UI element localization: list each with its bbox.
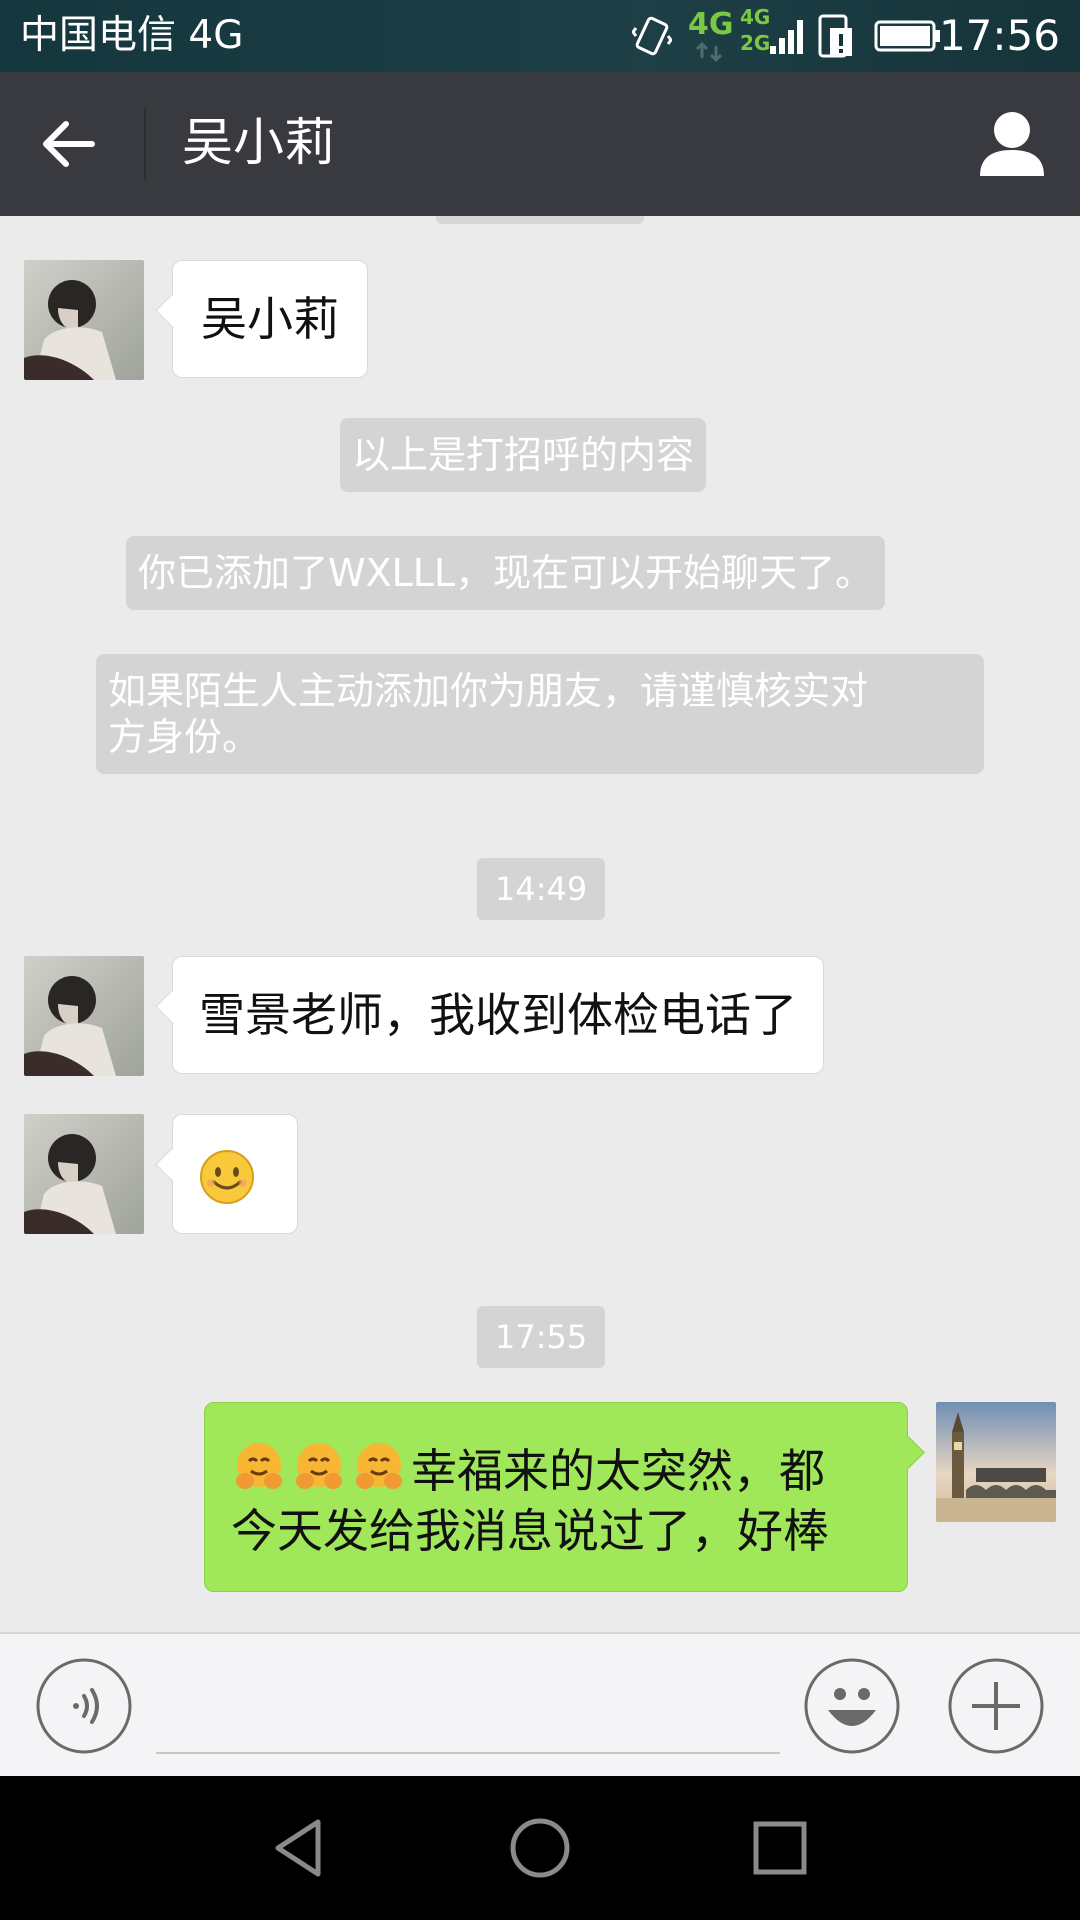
system-warning-line: 如果陌生人主动添加你为朋友，请谨慎核实对: [108, 669, 869, 713]
data-arrows-icon: [695, 42, 723, 62]
message-list[interactable]: 吴小莉 以上是打招呼的内容 你已添加了WXLLL，现在可以开始聊天了。 如果陌生…: [0, 216, 1080, 1632]
system-nav-bar: [0, 1776, 1080, 1920]
contact-emoji-bubble[interactable]: [172, 1114, 298, 1234]
person-icon[interactable]: [974, 106, 1050, 182]
message-input[interactable]: [156, 1670, 780, 1754]
clock: 17:56: [938, 11, 1060, 60]
voice-icon[interactable]: [36, 1658, 132, 1754]
system-message: 以上是打招呼的内容: [340, 418, 707, 492]
previous-message-edge: [436, 216, 644, 224]
title-divider: [144, 108, 146, 180]
vibrate-icon: [632, 16, 672, 56]
input-bar: [0, 1632, 1080, 1776]
battery-icon: [874, 20, 940, 52]
contact-message-bubble[interactable]: 吴小莉: [172, 260, 368, 378]
chat-title: 吴小莉: [182, 114, 336, 173]
system-message: 你已添加了WXLLL，现在可以开始聊天了。: [126, 536, 886, 610]
my-message-line: 今天发给我消息说过了，好棒: [231, 1504, 829, 1558]
contact-avatar[interactable]: [24, 956, 144, 1076]
hug-emoji-icon: [356, 1443, 402, 1489]
timestamp: 14:49: [477, 858, 606, 920]
hug-emoji-icon: [236, 1443, 282, 1489]
square-recents-icon[interactable]: [744, 1812, 816, 1884]
status-bar: 中国电信 4G 4G 4G 2G 17:56: [0, 0, 1080, 72]
my-message-bubble[interactable]: 幸福来的太突然，都 今天发给我消息说过了，好棒: [204, 1402, 908, 1592]
signal-icon: [770, 20, 803, 54]
system-warning-message: 如果陌生人主动添加你为朋友，请谨慎核实对 方身份。: [96, 654, 984, 774]
triangle-back-icon[interactable]: [264, 1812, 336, 1884]
my-message-line: 幸福来的太突然，都: [231, 1439, 881, 1501]
timestamp: 17:55: [477, 1306, 606, 1368]
my-message-text: 幸福来的太突然，都: [411, 1444, 825, 1498]
smiley-icon[interactable]: [804, 1658, 900, 1754]
contact-avatar[interactable]: [24, 1114, 144, 1234]
circle-home-icon[interactable]: [504, 1812, 576, 1884]
plus-icon[interactable]: [948, 1658, 1044, 1754]
my-avatar[interactable]: [936, 1402, 1056, 1522]
system-warning-line: 方身份。: [108, 715, 261, 759]
back-arrow-icon[interactable]: [30, 104, 110, 184]
contact-message-bubble[interactable]: 雪景老师，我收到体检电话了: [172, 956, 824, 1074]
smile-emoji-icon: [200, 1149, 254, 1204]
hug-emoji-icon: [296, 1443, 342, 1489]
contact-avatar[interactable]: [24, 260, 144, 380]
sim-alert-icon: [818, 14, 852, 58]
title-bar: 吴小莉: [0, 72, 1080, 216]
carrier-label: 中国电信 4G: [20, 13, 244, 58]
